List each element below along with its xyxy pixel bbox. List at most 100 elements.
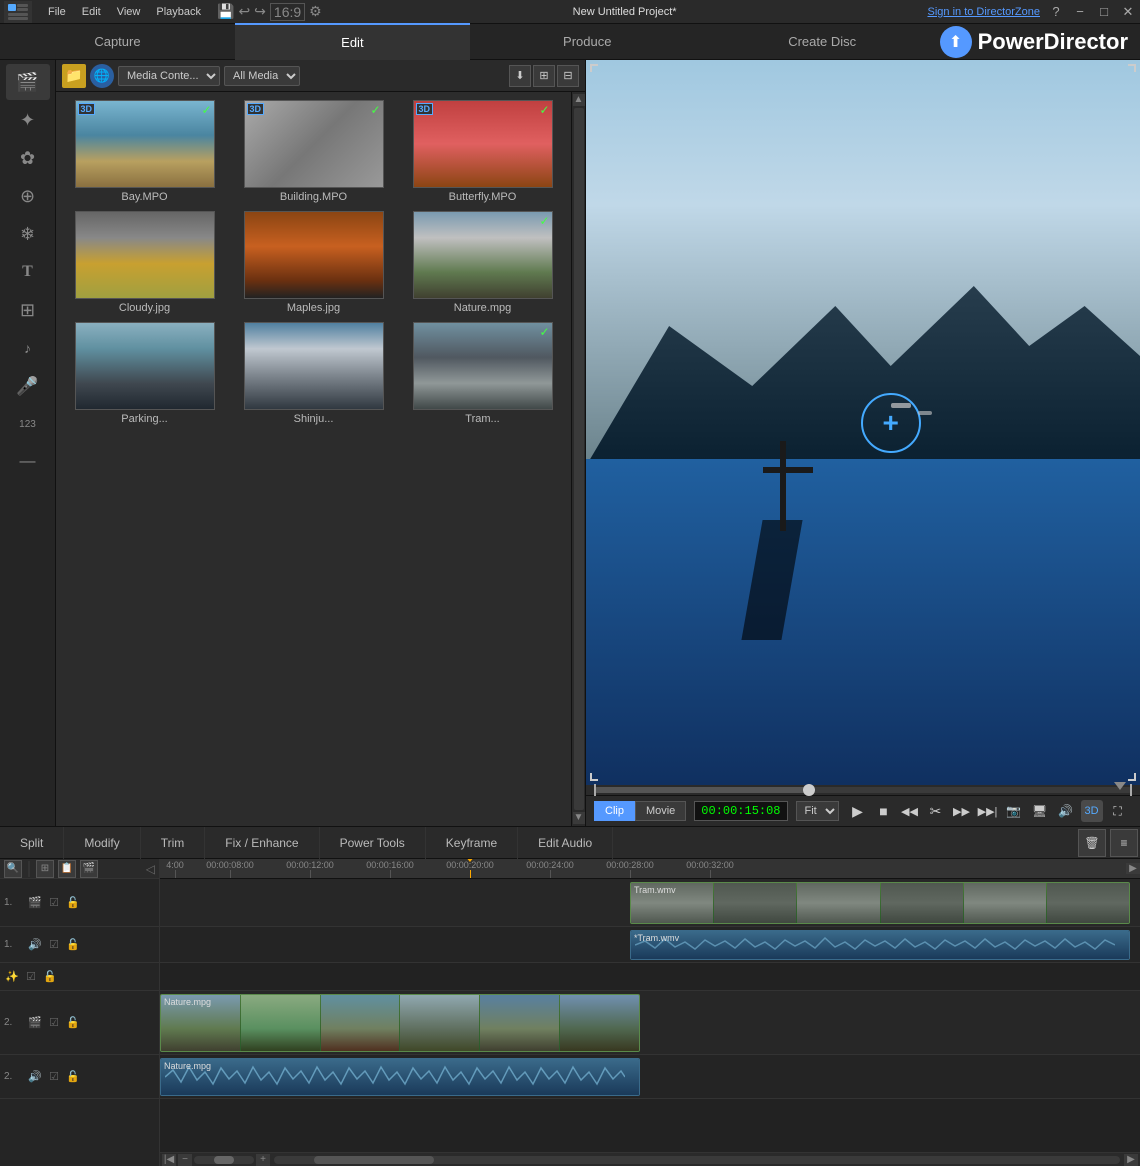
media-item-parking1[interactable]: Parking...: [64, 322, 225, 425]
tl-icon-track3[interactable]: 🎬: [80, 860, 98, 878]
sidebar-btn-audio[interactable]: ♪: [6, 330, 50, 366]
sign-in-link[interactable]: Sign in to DirectorZone: [928, 6, 1041, 18]
media-filter-dropdown[interactable]: All Media: [224, 66, 300, 86]
menu-view[interactable]: View: [109, 4, 149, 20]
movie-button[interactable]: Movie: [635, 801, 686, 821]
tl-icon-track1[interactable]: ⊞: [36, 860, 54, 878]
close-icon[interactable]: ✕: [1120, 4, 1136, 20]
tl-scroll-track[interactable]: [274, 1156, 1120, 1164]
track-fx-icon: ✨: [4, 969, 20, 985]
scrollbar[interactable]: ▲ ▼: [571, 92, 585, 826]
media-item-building[interactable]: 3D ✓ Building.MPO: [233, 100, 394, 203]
tl-collapse-btn[interactable]: ◁: [146, 862, 155, 876]
tl-tab-trim[interactable]: Trim: [141, 827, 206, 859]
output-button[interactable]: 🖥: [1029, 800, 1051, 822]
tl-scroll-left-end[interactable]: |◀: [162, 1154, 176, 1166]
timeline-tracks[interactable]: Tram.wmv *Tram.wmv: [160, 879, 1140, 1152]
media-item-nature[interactable]: ✓ Nature.mpg: [402, 211, 563, 314]
media-item-butterfly[interactable]: 3D ✓ Butterfly.MPO: [402, 100, 563, 203]
track-a2-lock[interactable]: 🔓: [65, 1069, 81, 1085]
sidebar-btn-effects[interactable]: ✿: [6, 140, 50, 176]
sidebar-btn-particles[interactable]: ❄: [6, 216, 50, 252]
tab-edit[interactable]: Edit: [235, 23, 470, 61]
media-item-tram[interactable]: ✓ Tram...: [402, 322, 563, 425]
media-item-bay[interactable]: 3D ✓ Bay.MPO: [64, 100, 225, 203]
menu-edit[interactable]: Edit: [74, 4, 109, 20]
clip-tram-audio[interactable]: *Tram.wmv: [630, 930, 1130, 960]
tl-icon-magnify[interactable]: 🔍: [4, 860, 22, 878]
globe-button[interactable]: 🌐: [90, 64, 114, 88]
sidebar-btn-captions[interactable]: —: [6, 444, 50, 480]
fast-forward-button[interactable]: ▶▶|: [977, 800, 999, 822]
preview-slider[interactable]: [594, 787, 1132, 793]
thumbnail-maples: [244, 211, 384, 299]
menu-file[interactable]: File: [40, 4, 74, 20]
tl-tab-edit-audio[interactable]: Edit Audio: [518, 827, 613, 859]
content-type-dropdown[interactable]: Media Conte...: [118, 66, 220, 86]
scroll-down[interactable]: ▼: [573, 812, 585, 824]
sidebar-btn-subtitles[interactable]: 123: [6, 406, 50, 442]
track-fx-visible[interactable]: ☑: [23, 969, 39, 985]
fit-dropdown[interactable]: Fit: [796, 801, 839, 821]
tl-trash-button[interactable]: 🗑: [1078, 829, 1106, 857]
collapse-button[interactable]: ⊟: [557, 65, 579, 87]
grid-view-button[interactable]: ⊞: [533, 65, 555, 87]
prev-frame-button[interactable]: ◀◀: [899, 800, 921, 822]
snapshot-button[interactable]: 📷: [1003, 800, 1025, 822]
clip-nature-video[interactable]: Nature.mpg: [160, 994, 640, 1052]
track-a1-controls: 1. 🔊 ☑ 🔓: [0, 927, 159, 963]
tab-produce[interactable]: Produce: [470, 24, 705, 60]
tl-tab-modify[interactable]: Modify: [64, 827, 140, 859]
tl-tab-power-tools[interactable]: Power Tools: [320, 827, 426, 859]
scroll-thumb[interactable]: [574, 108, 584, 810]
track-v2-visible[interactable]: ☑: [46, 1015, 62, 1031]
media-item-cloudy[interactable]: Cloudy.jpg: [64, 211, 225, 314]
minimize-icon[interactable]: −: [1072, 4, 1088, 20]
sidebar-btn-transitions[interactable]: ✦: [6, 102, 50, 138]
tl-scroll-thumb[interactable]: [314, 1156, 434, 1164]
sidebar-btn-mic[interactable]: 🎤: [6, 368, 50, 404]
track-v1-lock[interactable]: 🔓: [65, 895, 81, 911]
clip-nature-audio[interactable]: Nature.mpg: [160, 1058, 640, 1096]
import-button[interactable]: ⬇: [509, 65, 531, 87]
tl-zoom-slider[interactable]: [194, 1156, 254, 1164]
next-frame-button[interactable]: ▶▶: [951, 800, 973, 822]
media-item-parking2[interactable]: Shinju...: [233, 322, 394, 425]
tl-scroll-zoom-in[interactable]: +: [256, 1154, 270, 1166]
tab-capture[interactable]: Capture: [0, 24, 235, 60]
clip-button[interactable]: Clip: [594, 801, 635, 821]
corner-tr: [1128, 64, 1136, 72]
tl-tab-split[interactable]: Split: [0, 827, 64, 859]
sidebar-btn-titles[interactable]: T: [6, 254, 50, 290]
tl-menu-button[interactable]: ≡: [1110, 829, 1138, 857]
tab-create-disc[interactable]: Create Disc: [705, 24, 940, 60]
3d-button[interactable]: 3D: [1081, 800, 1103, 822]
tl-icon-track2[interactable]: 📋: [58, 860, 76, 878]
ruler-right-arrow[interactable]: ▶: [1126, 863, 1140, 874]
media-item-maples[interactable]: Maples.jpg: [233, 211, 394, 314]
sidebar-btn-pip[interactable]: ⊕: [6, 178, 50, 214]
fullscreen-button[interactable]: ⛶: [1107, 800, 1129, 822]
volume-button[interactable]: 🔊: [1055, 800, 1077, 822]
stop-button[interactable]: ■: [873, 800, 895, 822]
tl-tab-fix-enhance[interactable]: Fix / Enhance: [205, 827, 319, 859]
folder-button[interactable]: 📁: [62, 64, 86, 88]
menu-playback[interactable]: Playback: [148, 4, 209, 20]
clip-tram-video[interactable]: Tram.wmv: [630, 882, 1130, 924]
track-v1-visible[interactable]: ☑: [46, 895, 62, 911]
tl-scroll-zoom-out[interactable]: −: [178, 1154, 192, 1166]
sidebar-btn-media[interactable]: 🎬: [6, 64, 50, 100]
track-fx-lock[interactable]: 🔓: [42, 969, 58, 985]
track-a1-visible[interactable]: ☑: [46, 937, 62, 953]
track-a1-lock[interactable]: 🔓: [65, 937, 81, 953]
help-icon[interactable]: ?: [1048, 4, 1064, 20]
tl-tab-keyframe[interactable]: Keyframe: [426, 827, 518, 859]
track-a2-visible[interactable]: ☑: [46, 1069, 62, 1085]
play-button[interactable]: ▶: [847, 800, 869, 822]
tl-scroll-right[interactable]: ▶: [1124, 1154, 1138, 1166]
trim-button[interactable]: ✂: [925, 800, 947, 822]
sidebar-btn-chapters[interactable]: ⊞: [6, 292, 50, 328]
track-v2-lock[interactable]: 🔓: [65, 1015, 81, 1031]
maximize-icon[interactable]: □: [1096, 4, 1112, 20]
scroll-up[interactable]: ▲: [573, 94, 585, 106]
